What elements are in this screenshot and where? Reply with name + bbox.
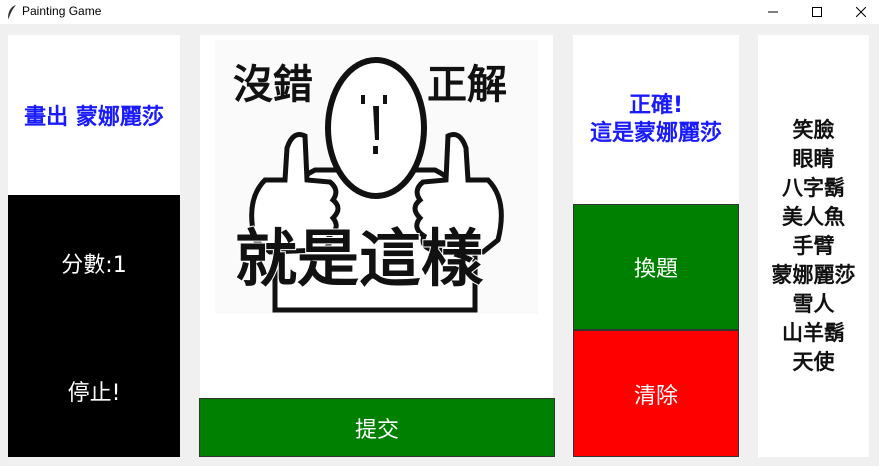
word-list-panel: 笑臉 眼睛 八字鬍 美人魚 手臂 蒙娜麗莎 雪人 山羊鬍 天使 (758, 35, 869, 457)
word-list-item: 手臂 (792, 233, 835, 258)
drawing-canvas[interactable]: 沒錯 正解 就是這樣 (200, 35, 553, 400)
thumbs-up-meme-image: 沒錯 正解 就是這樣 (215, 40, 538, 314)
word-list-item: 眼睛 (792, 146, 835, 171)
word-list-item: 八字鬍 (782, 175, 845, 200)
word-list-item: 雪人 (792, 291, 835, 316)
close-button[interactable] (839, 0, 879, 24)
maximize-icon (812, 7, 822, 17)
result-line-1: 正確! (628, 92, 684, 118)
word-list-item: 笑臉 (792, 117, 835, 142)
minimize-icon (768, 11, 778, 13)
minimize-button[interactable] (751, 0, 795, 24)
maximize-button[interactable] (795, 0, 839, 24)
meme-caption-top-left: 沒錯 (233, 62, 313, 108)
prompt-label: 畫出 蒙娜麗莎 (24, 105, 164, 130)
clear-button[interactable]: 清除 (573, 330, 739, 457)
result-panel: 正確! 這是蒙娜麗莎 (573, 35, 739, 204)
submit-button[interactable]: 提交 (199, 398, 555, 457)
prompt-panel: 畫出 蒙娜麗莎 (8, 35, 180, 195)
feather-icon (8, 5, 16, 20)
window-title: Painting Game (22, 4, 102, 18)
word-list-item: 天使 (792, 349, 835, 374)
meme-caption-bottom: 就是這樣 (235, 222, 484, 295)
close-icon (856, 7, 866, 17)
change-question-button[interactable]: 換題 (573, 204, 739, 330)
word-list-item: 山羊鬍 (782, 320, 845, 345)
word-list-item: 美人魚 (782, 204, 845, 229)
result-line-2: 這是蒙娜麗莎 (589, 120, 722, 146)
stop-button[interactable]: 停止! (8, 375, 180, 407)
title-bar: Painting Game (0, 0, 879, 24)
meme-caption-top-right: 正解 (427, 62, 507, 108)
word-list-item: 蒙娜麗莎 (771, 262, 856, 287)
score-label: 分數:1 (61, 253, 127, 278)
score-panel: 分數:1 停止! (8, 195, 180, 457)
